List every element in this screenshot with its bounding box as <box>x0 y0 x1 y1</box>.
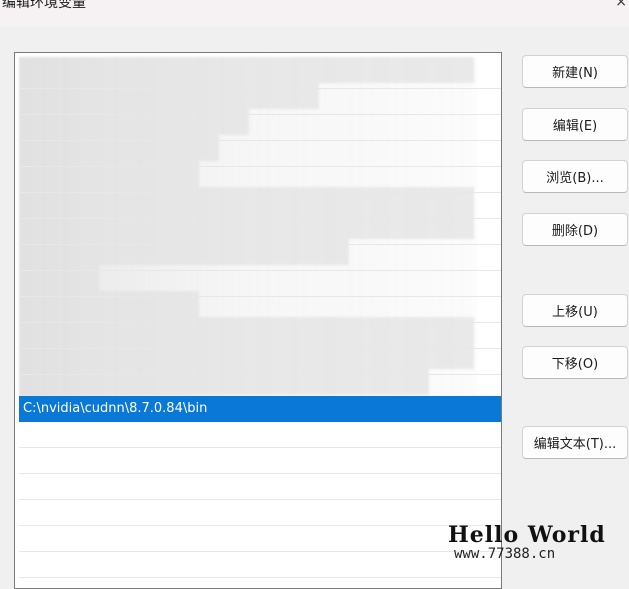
list-item[interactable] <box>19 552 501 578</box>
list-item[interactable] <box>19 500 501 526</box>
list-item[interactable] <box>19 245 501 271</box>
new-button[interactable]: 新建(N) <box>522 55 628 88</box>
move-up-button[interactable]: 上移(U) <box>522 294 628 327</box>
close-icon[interactable]: × <box>615 0 627 10</box>
list-item[interactable] <box>19 193 501 219</box>
browse-button[interactable]: 浏览(B)... <box>522 160 628 193</box>
list-item[interactable] <box>19 474 501 500</box>
list-item[interactable] <box>19 422 501 448</box>
list-item[interactable] <box>19 323 501 349</box>
edit-button[interactable]: 编辑(E) <box>522 108 628 141</box>
list-item[interactable] <box>19 89 501 115</box>
title-bar: 编辑环境变量 × <box>0 0 629 26</box>
list-item[interactable] <box>19 297 501 323</box>
list-item[interactable] <box>19 115 501 141</box>
list-item[interactable] <box>19 141 501 167</box>
list-item[interactable] <box>19 219 501 245</box>
delete-button[interactable]: 删除(D) <box>522 213 628 246</box>
list-item[interactable] <box>19 167 501 193</box>
list-item[interactable] <box>19 526 501 552</box>
list-item[interactable] <box>19 448 501 474</box>
list-item[interactable] <box>19 63 501 89</box>
list-item-selected[interactable]: C:\nvidia\cudnn\8.7.0.84\bin <box>19 396 501 422</box>
list-item[interactable] <box>19 271 501 297</box>
list-item[interactable] <box>19 349 501 375</box>
selected-path-text: C:\nvidia\cudnn\8.7.0.84\bin <box>23 401 208 416</box>
dialog-title: 编辑环境变量 <box>2 0 86 11</box>
move-down-button[interactable]: 下移(O) <box>522 346 628 379</box>
edit-text-button[interactable]: 编辑文本(T)... <box>522 426 628 459</box>
path-list[interactable]: C:\nvidia\cudnn\8.7.0.84\bin <box>14 52 502 589</box>
